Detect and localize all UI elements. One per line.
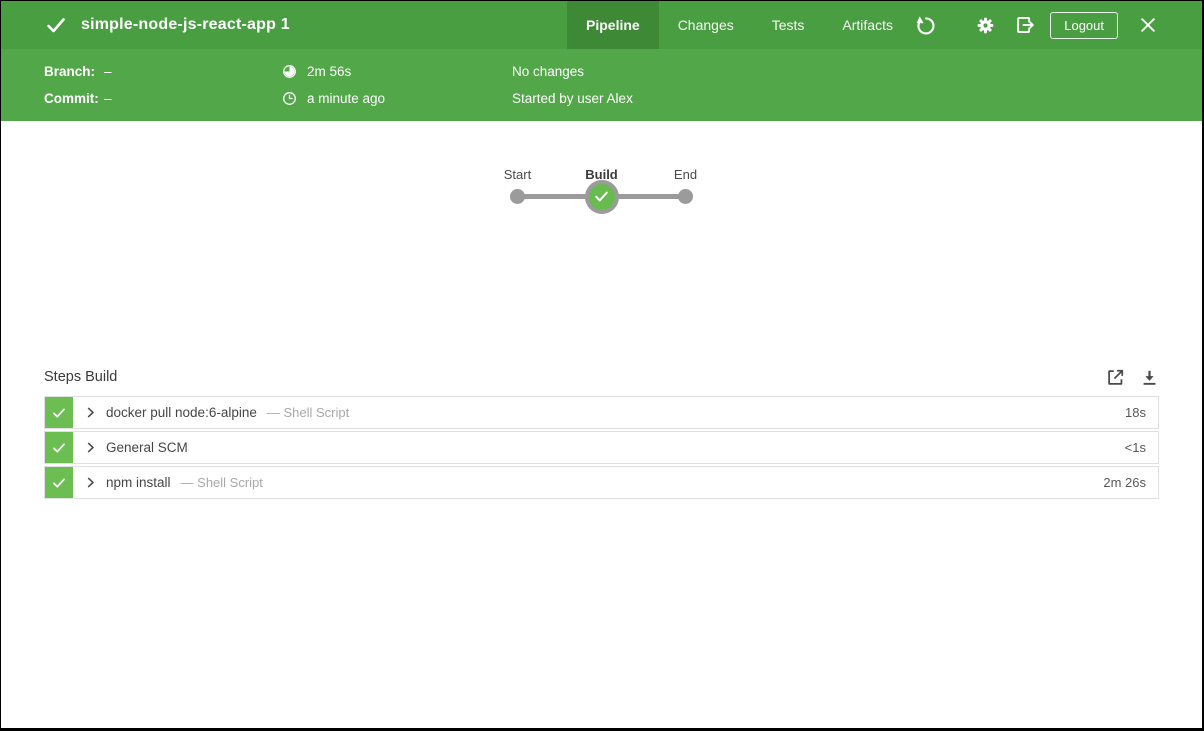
time-ago-value: a minute ago xyxy=(307,91,385,106)
duration-value: 2m 56s xyxy=(307,64,351,79)
exit-icon[interactable] xyxy=(1014,14,1036,36)
tab-pipeline[interactable]: Pipeline xyxy=(567,1,659,49)
graph-node-build[interactable] xyxy=(585,180,619,214)
steps-title: Steps Build xyxy=(44,369,117,385)
tab-artifacts[interactable]: Artifacts xyxy=(823,1,912,49)
top-bar: simple-node-js-react-app 1 Pipeline Chan… xyxy=(1,1,1202,49)
graph-label-start: Start xyxy=(504,167,531,182)
page-title: simple-node-js-react-app 1 xyxy=(81,16,290,34)
branch-commit-column: Branch: – Commit: – xyxy=(44,63,281,107)
open-log-external-link-icon[interactable] xyxy=(1105,367,1126,388)
header-actions: Logout xyxy=(915,1,1202,49)
logout-button[interactable]: Logout xyxy=(1050,12,1118,39)
step-type: — Shell Script xyxy=(267,405,349,420)
changes-column: No changes Started by user Alex xyxy=(512,63,633,107)
steps-actions xyxy=(1105,367,1159,388)
started-by-line: Started by user Alex xyxy=(512,90,633,107)
chevron-right-icon xyxy=(83,475,98,490)
steps-header: Steps Build xyxy=(44,363,1159,391)
time-column: 2m 56s a minute ago xyxy=(281,63,512,107)
rerun-refresh-icon[interactable] xyxy=(915,14,937,36)
duration-line: 2m 56s xyxy=(281,63,512,80)
gear-icon[interactable] xyxy=(975,15,996,36)
commit-label: Commit: xyxy=(44,91,104,106)
changes-line: No changes xyxy=(512,63,633,80)
tab-tests[interactable]: Tests xyxy=(753,1,824,49)
step-duration: <1s xyxy=(1125,440,1158,455)
branch-line: Branch: – xyxy=(44,63,281,80)
duration-timer-icon xyxy=(281,63,298,80)
step-name: docker pull node:6-alpine xyxy=(106,405,257,420)
step-row-general-scm[interactable]: General SCM <1s xyxy=(44,431,1159,464)
step-duration: 18s xyxy=(1125,405,1158,420)
step-duration: 2m 26s xyxy=(1103,475,1158,490)
step-row-npm-install[interactable]: npm install — Shell Script 2m 26s xyxy=(44,466,1159,499)
tab-changes[interactable]: Changes xyxy=(659,1,753,49)
clock-icon xyxy=(281,90,298,107)
steps-section: Steps Build xyxy=(44,363,1159,499)
download-log-icon[interactable] xyxy=(1140,368,1159,387)
branch-label: Branch: xyxy=(44,64,104,79)
run-details-bar: Branch: – Commit: – 2m 56s xyxy=(1,49,1202,121)
pipeline-graph: Start Build End xyxy=(497,167,707,225)
close-icon[interactable] xyxy=(1138,15,1158,35)
branch-value: – xyxy=(104,64,112,79)
step-success-check-icon xyxy=(45,432,73,463)
node-success-check-icon xyxy=(593,188,610,205)
run-title-area: simple-node-js-react-app 1 xyxy=(1,1,567,49)
success-check-icon xyxy=(44,13,68,37)
time-ago-line: a minute ago xyxy=(281,90,512,107)
commit-value: – xyxy=(104,91,112,106)
commit-line: Commit: – xyxy=(44,90,281,107)
graph-node-start[interactable] xyxy=(510,189,525,204)
graph-node-end[interactable] xyxy=(678,189,693,204)
blue-ocean-window: simple-node-js-react-app 1 Pipeline Chan… xyxy=(0,0,1204,731)
chevron-right-icon xyxy=(83,440,98,455)
pipeline-content: Start Build End Steps Build xyxy=(1,121,1202,728)
step-success-check-icon xyxy=(45,397,73,428)
step-name: General SCM xyxy=(106,440,188,455)
step-name: npm install xyxy=(106,475,171,490)
graph-label-end: End xyxy=(674,167,697,182)
step-success-check-icon xyxy=(45,467,73,498)
chevron-right-icon xyxy=(83,405,98,420)
step-type: — Shell Script xyxy=(181,475,263,490)
step-row-docker-pull[interactable]: docker pull node:6-alpine — Shell Script… xyxy=(44,396,1159,429)
tab-bar: Pipeline Changes Tests Artifacts xyxy=(567,1,912,49)
